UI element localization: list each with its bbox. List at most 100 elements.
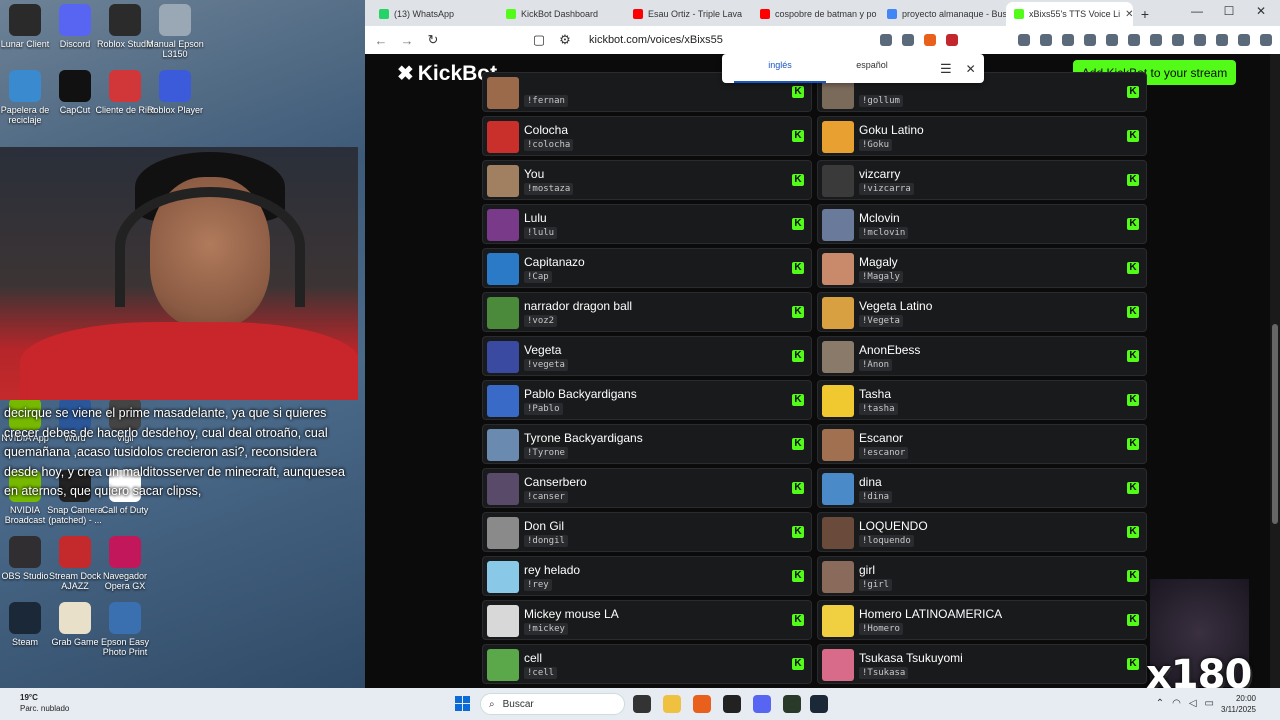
kick-icon[interactable]: K [792, 262, 804, 274]
extension-icon-1[interactable] [1018, 34, 1030, 46]
maximize-button[interactable]: ☐ [1214, 4, 1244, 18]
file-explorer-icon[interactable] [663, 695, 681, 713]
task-view-icon[interactable] [633, 695, 651, 713]
voice-card[interactable]: Don Gil !dongil K [482, 512, 812, 552]
forward-icon[interactable]: → [399, 33, 415, 48]
voice-card[interactable]: vizcarry !vizcarra K [817, 160, 1147, 200]
kick-icon[interactable]: K [792, 614, 804, 626]
voice-card[interactable]: Escanor !escanor K [817, 424, 1147, 464]
voice-card[interactable]: Tsukasa Tsukuyomi !Tsukasa K [817, 644, 1147, 684]
voice-card[interactable]: Goku Latino !Goku K [817, 116, 1147, 156]
voice-card[interactable]: AnonEbess !Anon K [817, 336, 1147, 376]
kick-icon[interactable]: K [1127, 350, 1139, 362]
kick-icon[interactable]: K [792, 130, 804, 142]
app-taskbar-icon[interactable] [783, 695, 801, 713]
kick-icon[interactable]: K [792, 526, 804, 538]
reload-icon[interactable]: ↻ [425, 32, 441, 48]
lang-spanish[interactable]: español [826, 54, 918, 83]
tab-close-icon[interactable]: ✕ [1125, 9, 1133, 20]
desktop-icon[interactable]: Navegador Opera GX [92, 536, 158, 591]
kick-icon[interactable]: K [1127, 86, 1139, 98]
weather-widget[interactable]: 19°C Parc. nublado [20, 692, 69, 714]
extension-icon-10[interactable] [1216, 34, 1228, 46]
battery-icon[interactable]: ▭ [1205, 698, 1214, 709]
kick-icon[interactable]: K [792, 438, 804, 450]
voice-card[interactable]: narrador dragon ball !voz2 K [482, 292, 812, 332]
kick-icon[interactable]: K [792, 306, 804, 318]
kick-icon[interactable]: K [792, 482, 804, 494]
voice-card[interactable]: You !mostaza K [482, 160, 812, 200]
back-icon[interactable]: ← [373, 33, 389, 48]
minimize-button[interactable]: — [1182, 4, 1212, 18]
desktop-icon[interactable]: Manual Epson L3150 [142, 4, 208, 59]
voice-card[interactable]: girl !girl K [817, 556, 1147, 596]
site-info-icon[interactable]: ⚙ [557, 32, 573, 48]
voice-card[interactable]: dina !dina K [817, 468, 1147, 508]
kick-icon[interactable]: K [1127, 130, 1139, 142]
kick-icon[interactable]: K [1127, 218, 1139, 230]
kick-icon[interactable]: K [792, 350, 804, 362]
browser-tab[interactable]: KickBot Dashboard [498, 2, 625, 26]
browser-tab[interactable]: xBixs55's TTS Voice Li ✕ [1006, 2, 1133, 26]
voice-card[interactable]: rey helado !rey K [482, 556, 812, 596]
voice-card[interactable]: LOQUENDO !loquendo K [817, 512, 1147, 552]
voice-card[interactable]: Capitanazo !Cap K [482, 248, 812, 288]
brave-rewards-icon[interactable] [946, 34, 958, 46]
kick-icon[interactable]: K [792, 658, 804, 670]
share-icon[interactable] [902, 34, 914, 46]
kick-icon[interactable]: K [1127, 526, 1139, 538]
extension-icon-2[interactable] [1040, 34, 1052, 46]
browser-tab[interactable]: Esau Ortiz - Triple Lava [625, 2, 752, 26]
tray-chevron-icon[interactable]: ⌃ [1156, 698, 1164, 709]
windows-start-icon[interactable] [455, 696, 471, 712]
voice-card[interactable]: Mclovin !mclovin K [817, 204, 1147, 244]
voice-card[interactable]: Tyrone Backyardigans !Tyrone K [482, 424, 812, 464]
extension-icon-6[interactable] [1128, 34, 1140, 46]
lang-english[interactable]: inglés [734, 54, 826, 83]
kick-icon[interactable]: K [1127, 394, 1139, 406]
kick-icon[interactable]: K [1127, 482, 1139, 494]
extension-icon-11[interactable] [1238, 34, 1250, 46]
taskbar-search[interactable]: ⌕ Buscar [480, 693, 625, 715]
extension-icon-9[interactable] [1194, 34, 1206, 46]
extension-icon-3[interactable] [1062, 34, 1074, 46]
steam-taskbar-icon[interactable] [810, 695, 828, 713]
browser-tab[interactable]: proyecto almanaque - Bus [879, 2, 1006, 26]
scrollbar-thumb[interactable] [1272, 324, 1278, 524]
menu-icon[interactable] [1260, 34, 1272, 46]
voice-card[interactable]: cell !cell K [482, 644, 812, 684]
browser-tab[interactable]: cospobre de batman y po [752, 2, 879, 26]
kick-icon[interactable]: K [1127, 262, 1139, 274]
bookmark-icon[interactable]: ▢ [531, 32, 547, 48]
translate-icon[interactable] [880, 34, 892, 46]
close-window-button[interactable]: ✕ [1246, 4, 1276, 18]
kick-icon[interactable]: K [792, 218, 804, 230]
new-tab-button[interactable]: + [1133, 2, 1157, 26]
extension-icon-5[interactable] [1106, 34, 1118, 46]
brave-shield-icon[interactable] [924, 34, 936, 46]
kick-icon[interactable]: K [1127, 174, 1139, 186]
kick-icon[interactable]: K [1127, 306, 1139, 318]
scrollbar[interactable] [1270, 54, 1280, 688]
taskbar-clock[interactable]: 20:00 3/11/2025 [1221, 693, 1256, 715]
url-field[interactable]: kickbot.com/voices/xBixs55 [589, 34, 723, 46]
translate-menu-icon[interactable]: ☰ [940, 61, 952, 77]
desktop-icon[interactable]: Epson Easy Photo Print [92, 602, 158, 657]
kick-icon[interactable]: K [1127, 658, 1139, 670]
voice-card[interactable]: Colocha !colocha K [482, 116, 812, 156]
volume-icon[interactable]: ◁ [1189, 698, 1197, 709]
desktop-icon[interactable]: Roblox Player [142, 70, 208, 115]
kick-icon[interactable]: K [792, 86, 804, 98]
wifi-icon[interactable]: ◠ [1172, 698, 1181, 709]
kick-icon[interactable]: K [792, 570, 804, 582]
voice-card[interactable]: Mickey mouse LA !mickey K [482, 600, 812, 640]
extension-icon-7[interactable] [1150, 34, 1162, 46]
kick-icon[interactable]: K [1127, 570, 1139, 582]
discord-taskbar-icon[interactable] [753, 695, 771, 713]
voice-card[interactable]: Lulu !lulu K [482, 204, 812, 244]
browser-tab[interactable]: (13) WhatsApp [371, 2, 498, 26]
voice-card[interactable]: Vegeta Latino !Vegeta K [817, 292, 1147, 332]
voice-card[interactable]: Magaly !Magaly K [817, 248, 1147, 288]
extension-icon-8[interactable] [1172, 34, 1184, 46]
voice-card[interactable]: Canserbero !canser K [482, 468, 812, 508]
